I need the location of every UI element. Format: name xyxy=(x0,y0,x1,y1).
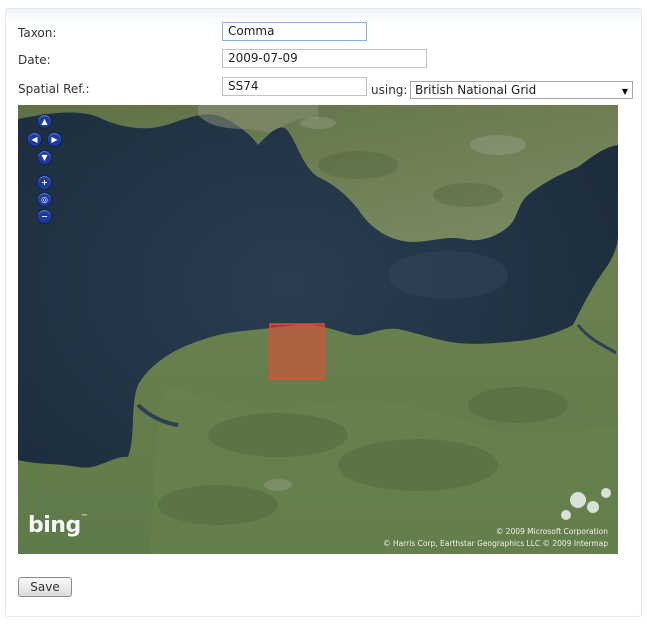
pan-left-button[interactable]: ◀ xyxy=(27,132,42,147)
date-input[interactable]: 2009-07-09 xyxy=(222,49,427,68)
pan-down-button[interactable]: ▼ xyxy=(37,150,52,165)
pan-up-button[interactable]: ▲ xyxy=(37,114,52,129)
bing-logo-tm: ™ xyxy=(80,513,88,521)
pan-right-button[interactable]: ▶ xyxy=(47,132,62,147)
bing-logo: bing™ xyxy=(28,513,88,538)
spatial-system-selected: British National Grid xyxy=(415,83,537,97)
map-copyright-line2: © Harris Corp, Earthstar Geographics LLC… xyxy=(383,539,608,548)
satellite-imagery xyxy=(18,105,618,554)
map-copyright-line1: © 2009 Microsoft Corporation xyxy=(495,527,608,536)
chevron-down-icon: ▼ xyxy=(621,87,628,96)
spatial-ref-label: Spatial Ref.: xyxy=(18,82,90,96)
spatial-system-select[interactable]: British National Grid ▼ xyxy=(410,81,633,99)
bing-logo-text: bing xyxy=(28,513,81,538)
using-label: using: xyxy=(371,83,408,97)
zoom-in-button[interactable]: + xyxy=(37,175,52,190)
save-button[interactable]: Save xyxy=(18,577,72,597)
zoom-out-button[interactable]: − xyxy=(37,209,52,224)
map-view[interactable]: ▲ ◀ ▶ ▼ + ◎ − bing™ © 2009 Microsoft Cor… xyxy=(18,105,618,554)
taxon-label: Taxon: xyxy=(18,26,57,40)
date-label: Date: xyxy=(18,53,51,67)
grid-square-highlight xyxy=(269,323,325,380)
globe-icon[interactable]: ◎ xyxy=(37,192,52,207)
spatial-ref-input[interactable]: SS74 xyxy=(222,77,367,96)
taxon-input[interactable]: Comma xyxy=(222,22,367,41)
